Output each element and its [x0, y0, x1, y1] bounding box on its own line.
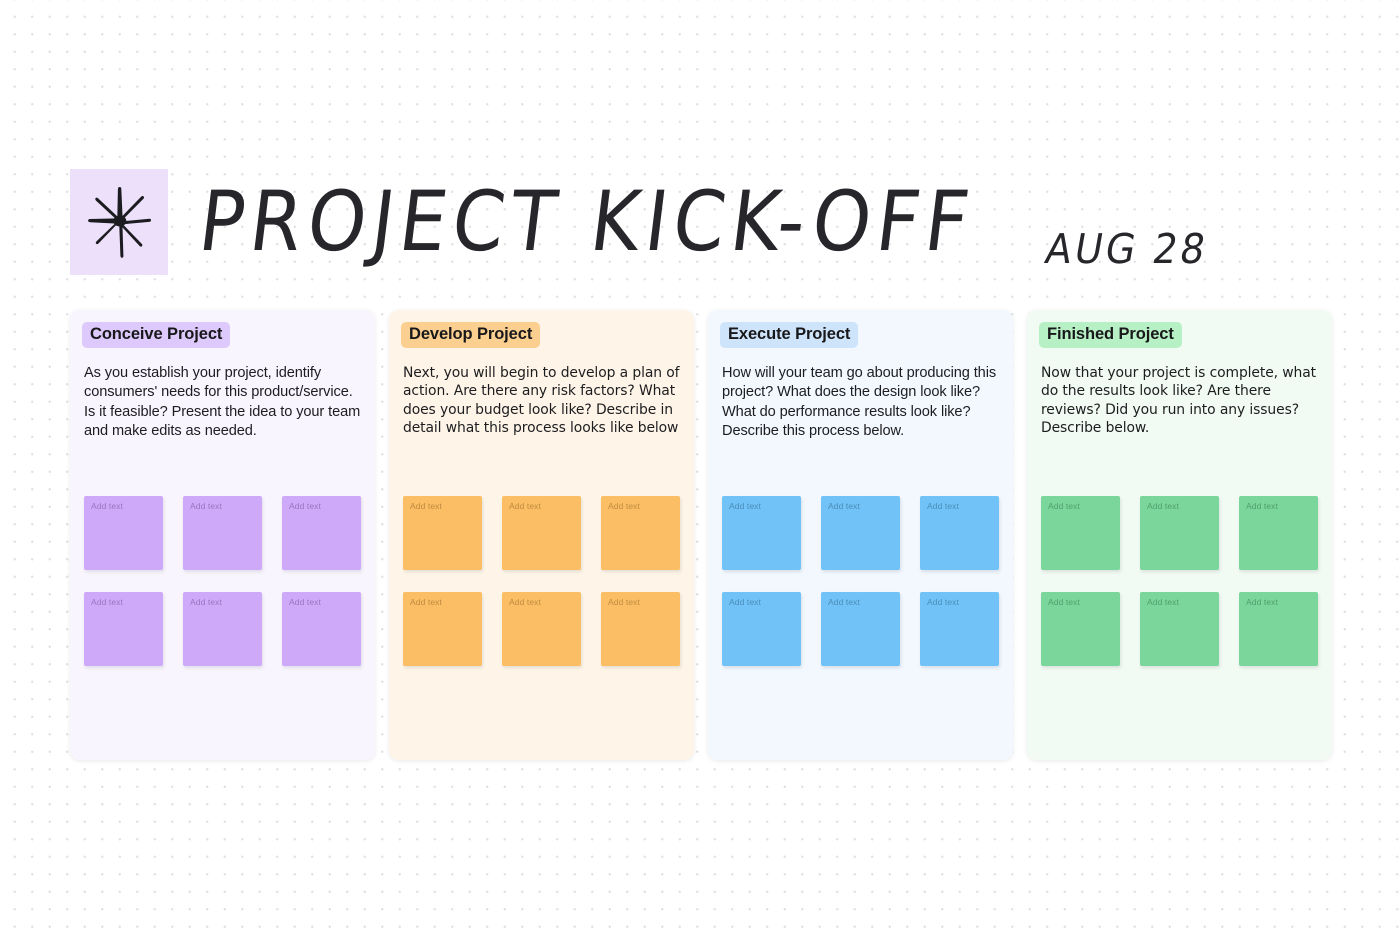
sticky-note[interactable]: Add text — [1239, 496, 1318, 570]
column-heading-finished: Finished Project — [1039, 322, 1182, 348]
sticky-note-placeholder: Add text — [927, 597, 959, 607]
column-description-execute: How will your team go about producing th… — [722, 364, 997, 440]
sticky-note[interactable]: Add text — [601, 496, 680, 570]
notes-grid-execute: Add text Add text Add text Add text Add … — [722, 496, 999, 666]
sticky-note-placeholder: Add text — [729, 501, 761, 511]
column-conceive[interactable]: Conceive Project As you establish your p… — [70, 310, 375, 760]
sticky-note[interactable]: Add text — [84, 592, 163, 666]
sticky-note[interactable]: Add text — [821, 592, 900, 666]
sticky-note[interactable]: Add text — [502, 592, 581, 666]
sticky-note[interactable]: Add text — [84, 496, 163, 570]
column-description-develop: Next, you will begin to develop a plan o… — [403, 364, 680, 437]
sticky-note[interactable]: Add text — [722, 496, 801, 570]
sticky-note[interactable]: Add text — [821, 496, 900, 570]
sticky-note[interactable]: Add text — [1140, 496, 1219, 570]
column-description-finished: Now that your project is complete, what … — [1041, 364, 1317, 437]
column-description-conceive: As you establish your project, identify … — [84, 364, 361, 440]
sticky-note-placeholder: Add text — [927, 501, 959, 511]
sticky-note-placeholder: Add text — [828, 597, 860, 607]
board-date: AUG 28 — [1041, 225, 1213, 273]
sparkle-star-icon — [86, 185, 152, 259]
sticky-note-placeholder: Add text — [91, 597, 123, 607]
sticky-note-placeholder: Add text — [1048, 597, 1080, 607]
sticky-note-placeholder: Add text — [289, 501, 321, 511]
sticky-note-placeholder: Add text — [1246, 501, 1278, 511]
sticky-note-placeholder: Add text — [1246, 597, 1278, 607]
notes-grid-finished: Add text Add text Add text Add text Add … — [1041, 496, 1318, 666]
page-title: PROJECT KICK-OFF — [194, 173, 981, 271]
sticky-note-placeholder: Add text — [91, 501, 123, 511]
sticky-note[interactable]: Add text — [722, 592, 801, 666]
sticky-note[interactable]: Add text — [1140, 592, 1219, 666]
sticky-note-placeholder: Add text — [1147, 597, 1179, 607]
sticky-note-placeholder: Add text — [608, 501, 640, 511]
sticky-note[interactable]: Add text — [403, 592, 482, 666]
sticky-note-placeholder: Add text — [509, 597, 541, 607]
sticky-note[interactable]: Add text — [920, 592, 999, 666]
kickoff-columns: Conceive Project As you establish your p… — [70, 310, 1332, 760]
board-header: PROJECT KICK-OFF AUG 28 — [70, 168, 1212, 276]
column-execute[interactable]: Execute Project How will your team go ab… — [708, 310, 1013, 760]
sticky-note[interactable]: Add text — [282, 592, 361, 666]
column-heading-execute: Execute Project — [720, 322, 859, 348]
column-heading-conceive: Conceive Project — [82, 322, 231, 348]
sticky-note[interactable]: Add text — [502, 496, 581, 570]
sticky-note-placeholder: Add text — [190, 501, 222, 511]
sticky-note-placeholder: Add text — [1147, 501, 1179, 511]
sticky-note-placeholder: Add text — [410, 501, 442, 511]
sticky-note[interactable]: Add text — [1239, 592, 1318, 666]
sticky-note-placeholder: Add text — [509, 501, 541, 511]
notes-grid-conceive: Add text Add text Add text Add text Add … — [84, 496, 361, 666]
logo-tile — [70, 169, 168, 275]
sticky-note[interactable]: Add text — [601, 592, 680, 666]
sticky-note-placeholder: Add text — [190, 597, 222, 607]
sticky-note-placeholder: Add text — [608, 597, 640, 607]
sticky-note[interactable]: Add text — [282, 496, 361, 570]
sticky-note-placeholder: Add text — [729, 597, 761, 607]
sticky-note-placeholder: Add text — [410, 597, 442, 607]
sticky-note[interactable]: Add text — [183, 592, 262, 666]
column-develop[interactable]: Develop Project Next, you will begin to … — [389, 310, 694, 760]
sticky-note[interactable]: Add text — [920, 496, 999, 570]
sticky-note[interactable]: Add text — [183, 496, 262, 570]
sticky-note-placeholder: Add text — [1048, 501, 1080, 511]
sticky-note-placeholder: Add text — [828, 501, 860, 511]
column-finished[interactable]: Finished Project Now that your project i… — [1027, 310, 1332, 760]
column-heading-develop: Develop Project — [401, 322, 541, 348]
notes-grid-develop: Add text Add text Add text Add text Add … — [403, 496, 680, 666]
sticky-note[interactable]: Add text — [1041, 496, 1120, 570]
sticky-note[interactable]: Add text — [403, 496, 482, 570]
sticky-note-placeholder: Add text — [289, 597, 321, 607]
whiteboard-canvas: PROJECT KICK-OFF AUG 28 Conceive Project… — [0, 0, 1400, 933]
sticky-note[interactable]: Add text — [1041, 592, 1120, 666]
